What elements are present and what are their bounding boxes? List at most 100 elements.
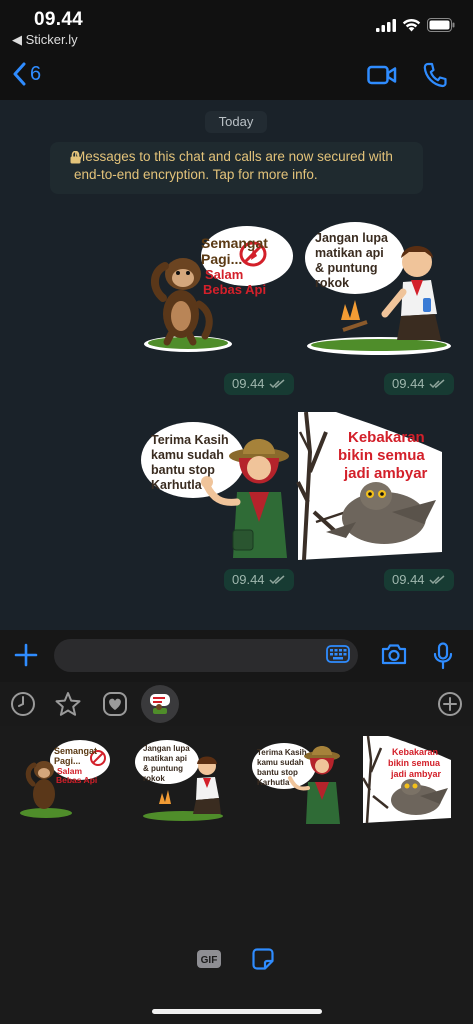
owl-sticker-thumbnail: Kebakaran bikin semua jadi ambyar: [361, 735, 451, 824]
double-check-icon: [429, 379, 445, 389]
sticker-text-line: bantu stop: [151, 463, 215, 477]
sticker-text-line: Jangan lupa: [315, 231, 389, 245]
tray-sticker-scout[interactable]: Jangan lupa matikan api & puntung rokok: [135, 738, 225, 827]
status-bar: 09.44 ◀ Sticker.ly: [0, 0, 473, 52]
double-check-icon: [429, 575, 445, 585]
message-time-chip: 09.44: [384, 373, 454, 395]
message-input[interactable]: [54, 639, 358, 672]
sticker-text-line: Terima Kasih: [257, 748, 307, 757]
sticker-text-line: Salam: [205, 267, 243, 282]
sticker-text-line: rokok: [143, 774, 165, 783]
stickers-tab[interactable]: [252, 948, 274, 975]
whatsapp-chat-screen: 09.44 ◀ Sticker.ly 6 Today Messages to t…: [0, 0, 473, 1024]
video-call-button[interactable]: [367, 64, 397, 91]
voice-call-button[interactable]: [423, 62, 447, 93]
sticker-text-line: Jangan lupa: [143, 744, 190, 753]
battery-icon: [427, 18, 455, 32]
camera-button[interactable]: [381, 643, 407, 670]
tray-sticker-thank-you[interactable]: Terima Kasih kamu sudah bantu stop Karhu…: [252, 742, 342, 831]
chat-messages-area[interactable]: Today Messages to this chat and calls ar…: [0, 100, 473, 630]
keyboard-icon: [326, 645, 350, 663]
signal-icon: [376, 18, 396, 32]
recent-stickers-tab[interactable]: [10, 691, 36, 722]
lock-icon: [70, 151, 81, 164]
camera-icon: [381, 644, 407, 665]
favorite-stickers-tab[interactable]: [55, 691, 81, 722]
message-time-chip: 09.44: [384, 569, 454, 591]
sticker-message-monkey[interactable]: Semangat Pagi... Salam Bebas Api: [143, 226, 293, 354]
wifi-icon: [402, 18, 421, 32]
back-to-app-link[interactable]: ◀ Sticker.ly: [12, 32, 78, 48]
gif-tab[interactable]: GIF: [196, 949, 222, 974]
sticker-text-line: Semangat: [54, 746, 97, 756]
sticker-text-line: Karhutla: [257, 778, 290, 787]
sticker-text-line: Bebas Api: [56, 775, 97, 785]
microphone-icon: [433, 642, 453, 670]
sticker-text-line: Terima Kasih: [151, 433, 229, 447]
sticker-text-line: rokok: [315, 276, 349, 290]
tray-sticker-monkey[interactable]: Semangat Pagi... Salam Bebas Api: [20, 740, 110, 825]
video-camera-icon: [367, 65, 397, 85]
sticker-text-line: bantu stop: [257, 768, 298, 777]
sticker-text-line: kamu sudah: [151, 448, 224, 462]
sticker-text-line: bikin semua: [338, 447, 425, 464]
attach-button[interactable]: [14, 643, 38, 672]
message-time: 09.44: [392, 572, 425, 587]
sticker-tray-tabs: [0, 682, 473, 726]
owl-sticker-image: Kebakaran bikin semua jadi ambyar: [296, 411, 442, 561]
sticker-tray: Semangat Pagi... Salam Bebas Api Jangan …: [0, 726, 473, 1024]
sticker-message-thank-you[interactable]: Terima Kasih kamu sudah bantu stop Karhu…: [141, 422, 293, 562]
chevron-left-icon: [13, 62, 26, 86]
sticker-text-line: bikin semua: [388, 758, 441, 768]
sticker-text-line: Bebas Api: [203, 282, 266, 297]
sticker-text-line: kamu sudah: [257, 758, 304, 767]
sticker-text-line: Kebakaran: [348, 429, 425, 446]
encryption-notice[interactable]: Messages to this chat and calls are now …: [50, 142, 423, 194]
sticker-text-line: Karhutla: [151, 478, 203, 492]
thank-you-sticker-thumbnail: Terima Kasih kamu sudah bantu stop Karhu…: [252, 743, 340, 824]
plus-circle-icon: [438, 692, 462, 716]
keyboard-toggle-button[interactable]: [326, 645, 350, 668]
voice-message-button[interactable]: [433, 642, 453, 675]
gif-label: GIF: [201, 955, 218, 966]
encryption-notice-text: Messages to this chat and calls are now …: [74, 149, 393, 182]
sticker-text-line: matikan api: [143, 754, 187, 763]
monkey-sticker-thumbnail: Semangat Pagi... Salam Bebas Api: [20, 740, 110, 818]
monkey-sticker-image: Semangat Pagi... Salam Bebas Api: [144, 226, 293, 352]
message-time-chip: 09.44: [224, 569, 294, 591]
sticker-text-line: matikan api: [315, 246, 384, 260]
sticker-message-scout[interactable]: Jangan lupa matikan api & puntung rokok: [305, 222, 451, 356]
sticker-pack-thumbnail-icon: [141, 685, 179, 723]
add-stickers-button[interactable]: [437, 691, 463, 722]
date-separator: Today: [205, 111, 267, 133]
love-stickers-tab[interactable]: [102, 691, 128, 722]
sticker-text-line: & puntung: [143, 764, 183, 773]
message-time-chip: 09.44: [224, 373, 294, 395]
tray-sticker-owl[interactable]: Kebakaran bikin semua jadi ambyar: [361, 735, 452, 829]
plus-icon: [14, 643, 38, 667]
message-time: 09.44: [232, 572, 265, 587]
gif-icon: GIF: [197, 950, 221, 968]
status-icons: [376, 18, 455, 32]
back-button[interactable]: 6: [12, 62, 41, 86]
unread-count: 6: [30, 62, 42, 85]
sticker-text-line: & puntung: [315, 261, 377, 275]
sticker-text-line: jadi ambyar: [343, 465, 428, 482]
sticker-text-line: Semangat: [201, 235, 268, 251]
clock-icon: [11, 692, 35, 716]
sticker-icon: [252, 948, 274, 970]
sticker-text-line: Pagi...: [54, 756, 81, 766]
sticker-text-line: jadi ambyar: [390, 769, 442, 779]
thank-you-sticker-image: Terima Kasih kamu sudah bantu stop Karhu…: [141, 422, 289, 558]
message-time: 09.44: [232, 376, 265, 391]
sticker-message-owl[interactable]: Kebakaran bikin semua jadi ambyar: [296, 411, 444, 562]
double-check-icon: [269, 379, 285, 389]
status-time: 09.44: [34, 9, 84, 30]
home-indicator[interactable]: [152, 1009, 322, 1014]
scout-sticker-image: Jangan lupa matikan api & puntung rokok: [305, 222, 451, 355]
heart-sticker-icon: [103, 692, 127, 716]
double-check-icon: [269, 575, 285, 585]
chat-header: 6: [0, 52, 473, 100]
sticker-pack-tab[interactable]: [141, 685, 179, 728]
star-icon: [55, 692, 81, 716]
